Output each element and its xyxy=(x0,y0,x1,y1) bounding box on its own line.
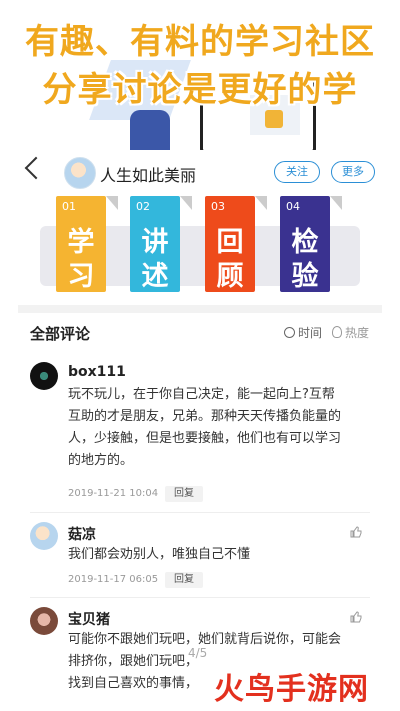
comment-text-line: 互助的才是朋友，兄弟。那种天天传播负能量的 xyxy=(68,409,342,424)
step-char: 验 xyxy=(291,261,319,292)
avatar[interactable] xyxy=(64,157,96,189)
banner-figure-illustration xyxy=(130,110,170,150)
flame-icon xyxy=(332,326,342,338)
banner-headline-2: 分享讨论是更好的学 xyxy=(42,70,358,110)
step-card-4: 04 检 验 xyxy=(280,196,342,292)
comment-date: 2019-11-21 10:04 xyxy=(68,488,159,499)
comment-author[interactable]: 菇凉 xyxy=(68,524,96,544)
step-char: 述 xyxy=(141,261,169,292)
comment-text-line: 我们都会劝别人，唯独自己不懂 xyxy=(68,547,251,562)
step-number: 02 xyxy=(136,200,150,213)
comment-date: 2019-11-17 06:05 xyxy=(68,574,159,585)
card-fold xyxy=(255,196,267,210)
comment-separator xyxy=(30,512,370,513)
avatar[interactable] xyxy=(30,362,58,390)
step-card-3: 03 回 顾 xyxy=(205,196,267,292)
sort-by-hot-button[interactable]: 热度 xyxy=(332,324,369,341)
comment-item: 菇凉 我们都会劝别人，唯独自己不懂 2019-11-17 06:05 回复 xyxy=(30,522,370,592)
more-button[interactable]: 更多 xyxy=(331,161,375,183)
page-indicator: 4/5 xyxy=(188,646,208,660)
comment-separator xyxy=(30,597,370,598)
comment-item: box111 玩不玩儿，在于你自己决定，能一起向上?互帮 互助的才是朋友，兄弟。… xyxy=(30,362,370,512)
step-card-1: 01 学 习 xyxy=(56,196,118,292)
comment-author[interactable]: 宝贝猪 xyxy=(68,609,110,629)
sort-hot-label: 热度 xyxy=(345,326,370,340)
promo-banner: 有趣、有料的学习社区 分享讨论是更好的学 xyxy=(0,0,400,150)
comment-text-line: 人，少接触，但是也要接触，他们也有可以学习 xyxy=(68,431,342,446)
comment-text-line: 玩不玩儿，在于你自己决定，能一起向上?互帮 xyxy=(68,387,335,402)
profile-header: 人生如此美丽 关注 更多 xyxy=(0,153,400,193)
follow-button[interactable]: 关注 xyxy=(274,161,320,183)
sort-by-time-button[interactable]: 时间 xyxy=(284,324,322,341)
reply-button[interactable]: 回复 xyxy=(165,572,203,588)
comments-title: 全部评论 xyxy=(30,325,91,343)
reply-button[interactable]: 回复 xyxy=(165,486,203,502)
banner-headline-1: 有趣、有料的学习社区 xyxy=(25,22,375,62)
comment-text-line: 的地方的。 xyxy=(68,453,134,468)
step-char: 习 xyxy=(67,261,95,292)
card-fold xyxy=(180,196,192,210)
step-char: 顾 xyxy=(216,261,244,292)
avatar[interactable] xyxy=(30,522,58,550)
step-number: 01 xyxy=(62,200,76,213)
comment-text-line: 可能你不跟她们玩吧，她们就背后说你，可能会 xyxy=(68,632,342,647)
thumbs-up-icon[interactable] xyxy=(350,526,362,538)
profile-name[interactable]: 人生如此美丽 xyxy=(100,162,196,186)
watermark-logo: 火鸟手游网 xyxy=(214,672,369,707)
avatar[interactable] xyxy=(30,607,58,635)
step-number: 03 xyxy=(211,200,225,213)
step-card-2: 02 讲 述 xyxy=(130,196,192,292)
step-number: 04 xyxy=(286,200,300,213)
banner-icon-illustration xyxy=(265,110,283,128)
thumbs-up-icon[interactable] xyxy=(350,611,362,623)
clock-icon xyxy=(284,327,295,338)
learning-steps-graphic: 01 学 习 02 讲 述 03 回 顾 04 检 验 xyxy=(40,196,360,296)
sort-time-label: 时间 xyxy=(298,326,323,340)
comment-author[interactable]: box111 xyxy=(68,364,126,380)
section-divider xyxy=(18,305,382,313)
card-fold xyxy=(330,196,342,210)
back-arrow-icon[interactable] xyxy=(24,156,48,180)
card-fold xyxy=(106,196,118,210)
